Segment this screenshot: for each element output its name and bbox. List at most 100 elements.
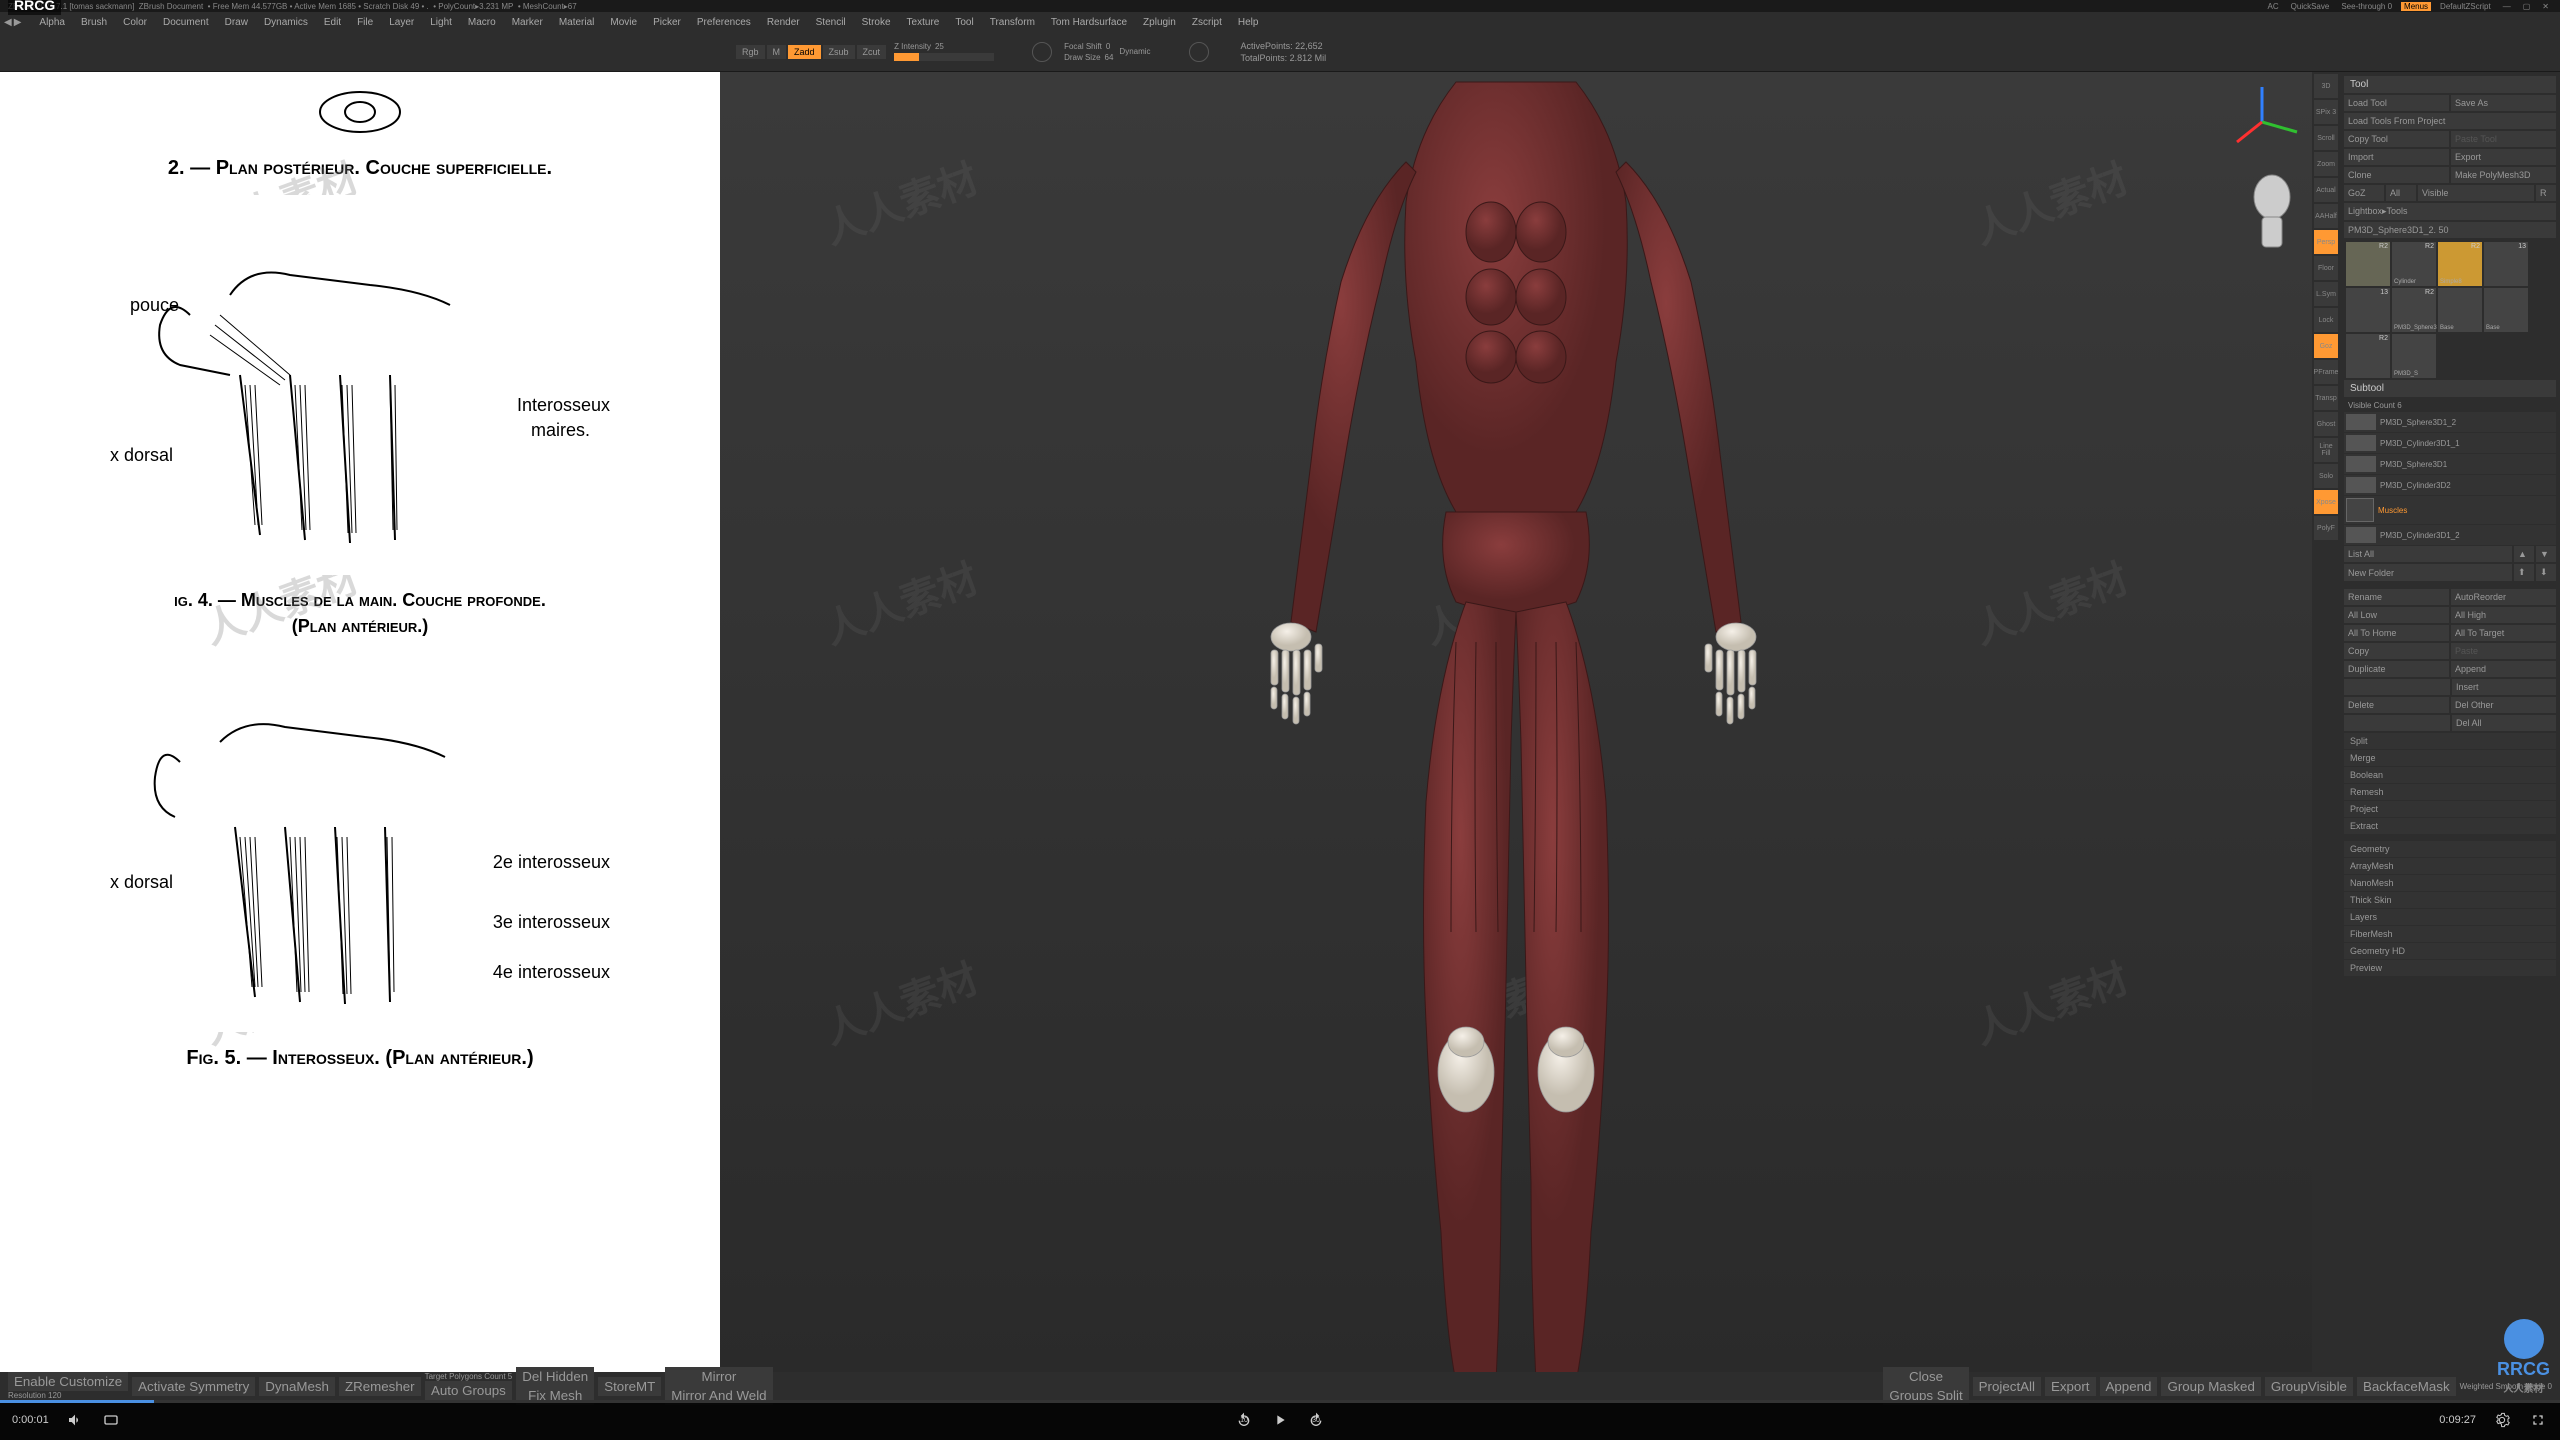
preview-section[interactable]: Preview: [2344, 960, 2556, 976]
tool-actual[interactable]: Actual: [2314, 178, 2338, 202]
layers-section[interactable]: Layers: [2344, 909, 2556, 925]
tool-scroll[interactable]: Scroll: [2314, 126, 2338, 150]
arraymesh-section[interactable]: ArrayMesh: [2344, 858, 2556, 874]
tool-thumb[interactable]: R2: [2346, 242, 2390, 286]
copy-tool-btn[interactable]: Copy Tool: [2344, 131, 2449, 147]
tool-xpose[interactable]: Xpose: [2314, 490, 2338, 514]
tool-thumb[interactable]: 13: [2346, 288, 2390, 332]
rgb-mode[interactable]: Rgb: [736, 45, 765, 59]
tool-zoom[interactable]: Zoom: [2314, 152, 2338, 176]
goz-all-btn[interactable]: All: [2386, 185, 2416, 201]
export-btn[interactable]: Export: [2451, 149, 2556, 165]
goz-visible-btn[interactable]: Visible: [2418, 185, 2534, 201]
geometry-section[interactable]: Geometry: [2344, 841, 2556, 857]
import-btn[interactable]: Import: [2344, 149, 2449, 165]
tool-pframe[interactable]: PFrame: [2314, 360, 2338, 384]
menu-marker[interactable]: Marker: [506, 15, 549, 30]
resolution-value[interactable]: 120: [48, 1391, 61, 1400]
listall-down-icon[interactable]: ▼: [2536, 546, 2556, 562]
nav-back-icon[interactable]: ◀: [4, 17, 12, 28]
subtool-item[interactable]: PM3D_Cylinder3D2: [2344, 475, 2556, 495]
tool-persp[interactable]: Persp: [2314, 230, 2338, 254]
menu-help[interactable]: Help: [1232, 15, 1265, 30]
projectall-btn[interactable]: ProjectAll: [1973, 1377, 2041, 1396]
delete-btn[interactable]: Delete: [2344, 697, 2449, 713]
zintensity-value[interactable]: 25: [935, 42, 944, 51]
quicksave-btn[interactable]: QuickSave: [2288, 2, 2333, 11]
subtitle-icon[interactable]: [101, 1410, 121, 1430]
extract-section[interactable]: Extract: [2344, 818, 2556, 834]
subtool-header[interactable]: Subtool: [2344, 380, 2556, 397]
tool-thumb[interactable]: Base: [2438, 288, 2482, 332]
clone-btn[interactable]: Clone: [2344, 167, 2449, 183]
menu-zplugin[interactable]: Zplugin: [1137, 15, 1182, 30]
tool-solo[interactable]: Solo: [2314, 464, 2338, 488]
target-poly-value[interactable]: 5: [508, 1372, 512, 1381]
m-mode[interactable]: M: [767, 45, 787, 59]
menu-edit[interactable]: Edit: [318, 15, 347, 30]
nav-fwd-icon[interactable]: ▶: [14, 17, 22, 28]
zcut-mode[interactable]: Zcut: [857, 45, 887, 59]
tool-aahalf[interactable]: AAHalf: [2314, 204, 2338, 228]
copy-subtool-btn[interactable]: Copy: [2344, 643, 2449, 659]
tool-thumb[interactable]: Base: [2484, 288, 2528, 332]
activate-sym-btn[interactable]: Activate Symmetry: [132, 1377, 255, 1396]
seethrough-slider[interactable]: See-through 0: [2338, 2, 2395, 11]
menu-movie[interactable]: Movie: [604, 15, 643, 30]
tool-thumb[interactable]: R2: [2346, 334, 2390, 378]
menu-macro[interactable]: Macro: [462, 15, 502, 30]
thickskin-section[interactable]: Thick Skin: [2344, 892, 2556, 908]
skip-back-btn[interactable]: 10: [1234, 1410, 1254, 1430]
menu-dynamics[interactable]: Dynamics: [258, 15, 314, 30]
window-max-icon[interactable]: ▢: [2520, 2, 2534, 11]
subtool-item[interactable]: PM3D_Sphere3D1_2: [2344, 412, 2556, 432]
enable-customize-btn[interactable]: Enable Customize: [8, 1372, 128, 1391]
goz-btn[interactable]: GoZ: [2344, 185, 2384, 201]
folder-icon[interactable]: [2346, 498, 2374, 522]
listall-up-icon[interactable]: ▲: [2514, 546, 2534, 562]
allhigh-btn[interactable]: All High: [2451, 607, 2556, 623]
lightbox-btn[interactable]: Lightbox▸Tools: [2344, 203, 2556, 220]
tool-panel-header[interactable]: Tool: [2344, 76, 2556, 93]
skip-fwd-btn[interactable]: 30: [1306, 1410, 1326, 1430]
mirror-btn[interactable]: Mirror: [665, 1367, 772, 1386]
tool-thumb[interactable]: R2PM3D_Sphere3: [2392, 288, 2436, 332]
duplicate-btn[interactable]: Duplicate: [2344, 661, 2449, 677]
storemt-btn[interactable]: StoreMT: [598, 1377, 661, 1396]
menu-light[interactable]: Light: [424, 15, 458, 30]
settings-icon[interactable]: [2492, 1410, 2512, 1430]
nav-cube[interactable]: [2222, 82, 2302, 162]
zsub-mode[interactable]: Zsub: [823, 45, 855, 59]
delother-btn[interactable]: Del Other: [2451, 697, 2556, 713]
menu-draw[interactable]: Draw: [219, 15, 254, 30]
menu-file[interactable]: File: [351, 15, 379, 30]
dynamesh-btn[interactable]: DynaMesh: [259, 1377, 335, 1396]
backfacemask-btn[interactable]: BackfaceMask: [2357, 1377, 2456, 1396]
groupmasked-btn[interactable]: Group Masked: [2161, 1377, 2260, 1396]
menu-brush[interactable]: Brush: [75, 15, 113, 30]
brush-icon[interactable]: [1032, 42, 1052, 62]
export-bottom-btn[interactable]: Export: [2045, 1377, 2096, 1396]
save-as-btn[interactable]: Save As: [2451, 95, 2556, 111]
folder-up-icon[interactable]: ⬆: [2514, 564, 2534, 581]
volume-icon[interactable]: [65, 1410, 85, 1430]
load-tool-btn[interactable]: Load Tool: [2344, 95, 2449, 111]
tool-thumb[interactable]: 13: [2484, 242, 2528, 286]
menu-color[interactable]: Color: [117, 15, 153, 30]
tool-goz[interactable]: Goz: [2314, 334, 2338, 358]
window-min-icon[interactable]: —: [2500, 2, 2514, 11]
menu-render[interactable]: Render: [761, 15, 806, 30]
menu-texture[interactable]: Texture: [901, 15, 946, 30]
paste-tool-btn[interactable]: Paste Tool: [2451, 131, 2556, 147]
close-btn[interactable]: Close: [1883, 1367, 1968, 1386]
alltotarget-btn[interactable]: All To Target: [2451, 625, 2556, 641]
autogroups-btn[interactable]: Auto Groups: [425, 1381, 513, 1400]
drawsize-value[interactable]: 64: [1105, 53, 1114, 62]
tool-transp[interactable]: Transp: [2314, 386, 2338, 410]
zintensity-slider[interactable]: [894, 53, 994, 61]
focal-value[interactable]: 0: [1106, 42, 1110, 51]
menu-document[interactable]: Document: [157, 15, 215, 30]
merge-section[interactable]: Merge: [2344, 750, 2556, 766]
head-gizmo[interactable]: [2242, 172, 2302, 252]
tool-linefill[interactable]: Line Fill: [2314, 438, 2338, 462]
